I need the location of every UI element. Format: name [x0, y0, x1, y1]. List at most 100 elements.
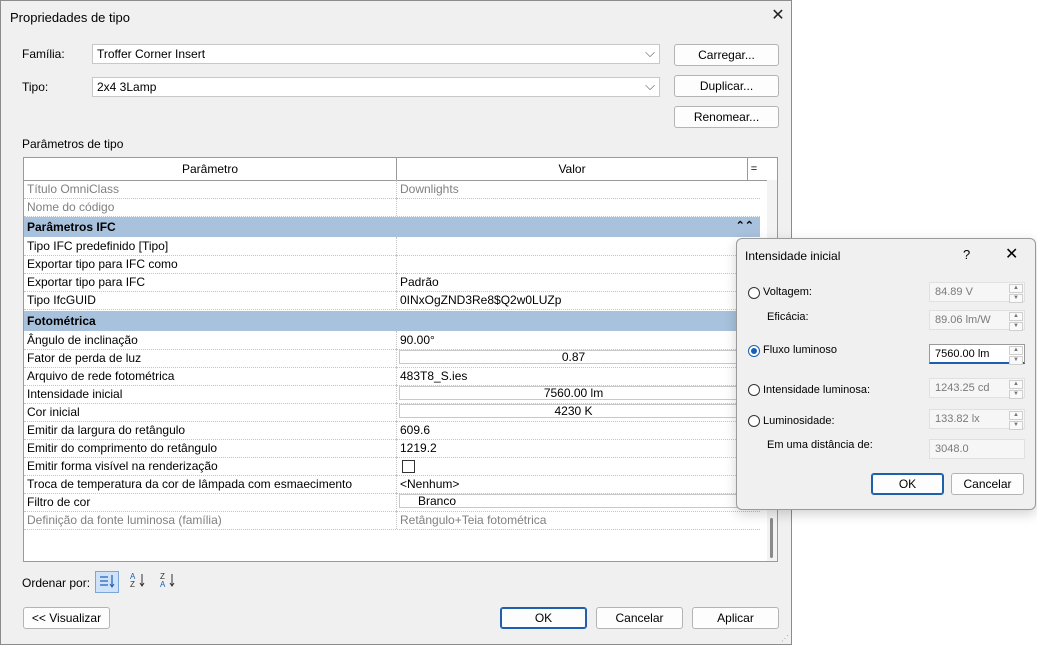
param-name: Intensidade inicial: [27, 387, 123, 401]
sort-grouped-icon[interactable]: [95, 571, 119, 593]
duplicate-button[interactable]: Duplicar...: [674, 75, 779, 97]
grid-header: Parâmetro Valor =: [24, 158, 777, 181]
group-title: Parâmetros IFC: [27, 220, 116, 234]
param-name: Emitir do comprimento do retângulo: [27, 441, 218, 455]
help-icon[interactable]: ?: [963, 247, 970, 262]
param-row[interactable]: Título OmniClass Downlights: [24, 180, 760, 199]
voltage-radio[interactable]: [748, 287, 760, 299]
illuminance-field[interactable]: 133.82 lx ▲ ▼: [929, 409, 1025, 430]
family-value: Troffer Corner Insert: [97, 47, 206, 61]
param-row[interactable]: Troca de temperatura da cor de lâmpada c…: [24, 475, 760, 494]
scrollbar-thumb[interactable]: [770, 518, 773, 558]
param-row[interactable]: Emitir forma visível na renderização: [24, 457, 760, 476]
initial-color-button[interactable]: 4230 K: [399, 404, 748, 418]
param-row[interactable]: Arquivo de rede fotométrica 483T8_S.ies: [24, 367, 760, 386]
group-photometrics[interactable]: Fotométrica: [24, 311, 760, 331]
param-row[interactable]: Emitir do comprimento do retângulo 1219.2: [24, 439, 760, 458]
illuminance-label: Luminosidade:: [763, 415, 835, 427]
sort-descending-icon[interactable]: ZA: [155, 571, 179, 593]
column-header-value[interactable]: Valor: [397, 158, 748, 180]
param-row[interactable]: Ângulo de inclinação 90.00°: [24, 331, 760, 350]
initial-intensity-button[interactable]: 7560.00 lm: [399, 386, 748, 400]
spinner-arrows[interactable]: ▲ ▼: [1009, 380, 1023, 399]
group-ifc-parameters[interactable]: Parâmetros IFC ⌃⌃: [24, 217, 760, 237]
param-row[interactable]: Nome do código: [24, 198, 760, 217]
efficacy-value: 89.06 lm/W: [935, 314, 991, 326]
efficacy-field[interactable]: 89.06 lm/W ▲ ▼: [929, 310, 1025, 331]
type-properties-dialog: Propriedades de tipo ✕ Família: Troffer …: [0, 0, 792, 645]
spinner-arrows[interactable]: ▲ ▼: [1009, 411, 1023, 430]
light-loss-factor-button[interactable]: 0.87: [399, 350, 748, 364]
param-row[interactable]: Definição da fonte luminosa (família) Ret…: [24, 511, 760, 530]
close-icon[interactable]: ✕: [765, 3, 791, 29]
param-name: Emitir forma visível na renderização: [27, 459, 218, 473]
type-parameters-label: Parâmetros de tipo: [22, 137, 124, 151]
cancel-button[interactable]: Cancelar: [596, 607, 683, 629]
param-row[interactable]: Exportar tipo para IFC Padrão: [24, 273, 760, 292]
param-name: Nome do código: [27, 200, 115, 214]
luminous-intensity-field[interactable]: 1243.25 cd ▲ ▼: [929, 378, 1025, 399]
param-row[interactable]: Emitir da largura do retângulo 609.6: [24, 421, 760, 440]
efficacy-label: Eficácia:: [767, 311, 809, 323]
preview-button[interactable]: << Visualizar: [23, 607, 110, 629]
luminous-flux-radio[interactable]: [748, 345, 760, 357]
param-row[interactable]: Exportar tipo para IFC como: [24, 255, 760, 274]
param-value: 90.00°: [400, 333, 435, 347]
param-name: Filtro de cor: [27, 495, 91, 509]
close-icon[interactable]: ✕: [1005, 244, 1018, 264]
voltage-label: Voltagem:: [763, 286, 812, 298]
luminous-intensity-value: 1243.25 cd: [935, 382, 990, 394]
apply-button[interactable]: Aplicar: [692, 607, 779, 629]
collapse-icon[interactable]: ⌃⌃: [736, 219, 754, 232]
luminous-flux-label: Fluxo luminoso: [763, 344, 837, 356]
sort-ascending-icon[interactable]: AZ: [125, 571, 149, 593]
param-name: Cor inicial: [27, 405, 80, 419]
param-value: 609.6: [400, 423, 431, 437]
resize-grip-icon[interactable]: ⋰: [781, 634, 789, 643]
sub-cancel-button[interactable]: Cancelar: [951, 473, 1024, 495]
family-label: Família:: [22, 47, 65, 61]
ok-button[interactable]: OK: [500, 607, 587, 629]
sub-ok-button[interactable]: OK: [871, 473, 944, 495]
voltage-field[interactable]: 84.89 V ▲ ▼: [929, 282, 1025, 303]
luminous-intensity-radio[interactable]: [748, 384, 760, 396]
param-value: Downlights: [400, 182, 459, 196]
family-combo[interactable]: Troffer Corner Insert ⌵: [92, 44, 660, 64]
load-button[interactable]: Carregar...: [674, 44, 779, 66]
param-row[interactable]: Tipo IFC predefinido [Tipo]: [24, 237, 760, 256]
spinner-arrows[interactable]: ▲ ▼: [1009, 312, 1023, 331]
visible-shape-checkbox[interactable]: [402, 460, 415, 473]
param-name: Arquivo de rede fotométrica: [27, 369, 175, 383]
param-value: 1219.2: [400, 441, 437, 455]
param-name: Tipo IFC predefinido [Tipo]: [27, 239, 169, 253]
initial-intensity-dialog: Intensidade inicial ? ✕ Voltagem: 84.89 …: [736, 238, 1036, 510]
param-row[interactable]: Cor inicial 4230 K: [24, 403, 760, 422]
luminous-flux-field[interactable]: 7560.00 lm ▲ ▼: [929, 344, 1025, 365]
sort-label: Ordenar por:: [22, 576, 91, 590]
param-row[interactable]: Tipo IfcGUID 0INxOgZND3Re8$Q2w0LUZp: [24, 291, 760, 310]
param-row[interactable]: Fator de perda de luz 0.87: [24, 349, 760, 368]
column-header-parameter[interactable]: Parâmetro: [24, 158, 397, 180]
distance-field[interactable]: 3048.0: [929, 439, 1025, 459]
illuminance-radio[interactable]: [748, 415, 760, 427]
param-name: Exportar tipo para IFC como: [27, 257, 178, 271]
chevron-down-icon: ⌵: [645, 45, 655, 60]
param-name: Definição da fonte luminosa (família): [27, 513, 222, 527]
luminous-intensity-label: Intensidade luminosa:: [763, 384, 871, 396]
param-name: Troca de temperatura da cor de lâmpada c…: [27, 477, 353, 491]
param-row[interactable]: Filtro de cor Branco: [24, 493, 760, 512]
spinner-arrows[interactable]: ▲ ▼: [1009, 284, 1023, 303]
param-name: Emitir da largura do retângulo: [27, 423, 186, 437]
formula-toggle[interactable]: =: [748, 158, 760, 180]
param-value: Padrão: [400, 275, 439, 289]
rename-button[interactable]: Renomear...: [674, 106, 779, 128]
luminous-flux-value: 7560.00 lm: [935, 348, 990, 360]
type-combo[interactable]: 2x4 3Lamp ⌵: [92, 77, 660, 97]
color-filter-button[interactable]: Branco: [399, 494, 748, 508]
spinner-arrows[interactable]: ▲ ▼: [1009, 346, 1023, 365]
chevron-down-icon: ⌵: [645, 78, 655, 93]
param-row[interactable]: Intensidade inicial 7560.00 lm: [24, 385, 760, 404]
voltage-value: 84.89 V: [935, 286, 973, 298]
type-value: 2x4 3Lamp: [97, 80, 157, 94]
param-value: <Nenhum>: [400, 477, 460, 491]
